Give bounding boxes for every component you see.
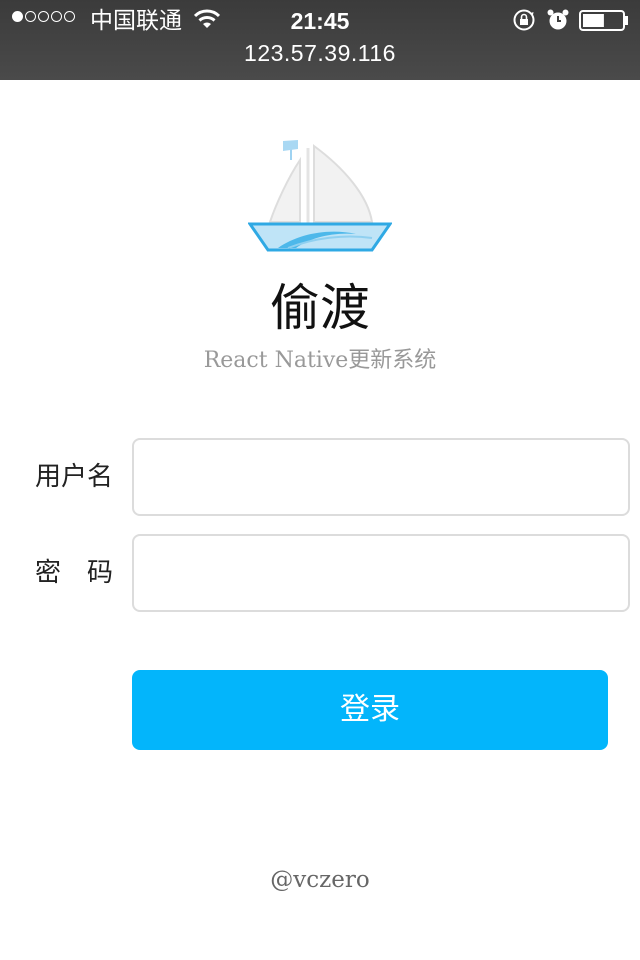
app-title: 偷渡 bbox=[270, 279, 370, 337]
alarm-icon bbox=[547, 9, 569, 30]
carrier-name: 中国联通 bbox=[90, 8, 182, 34]
clock: 21:45 bbox=[290, 8, 350, 34]
signal-dot bbox=[12, 11, 23, 22]
sailboat-icon bbox=[248, 140, 392, 252]
wifi-icon bbox=[194, 9, 220, 28]
page-url: 123.57.39.116 bbox=[244, 40, 396, 66]
signal-dot bbox=[25, 11, 36, 22]
password-input[interactable] bbox=[132, 534, 630, 612]
battery-icon bbox=[579, 10, 628, 31]
signal-strength-icon bbox=[12, 11, 77, 22]
username-label: 用户名 bbox=[34, 462, 113, 492]
status-bar: 中国联通 21:45 123.57.39.116 bbox=[0, 0, 640, 80]
signal-dot bbox=[64, 11, 75, 22]
signal-dot bbox=[51, 11, 62, 22]
app-subtitle: React Native更新系统 bbox=[203, 348, 437, 373]
signal-dot bbox=[38, 11, 49, 22]
login-button[interactable]: 登录 bbox=[132, 670, 608, 750]
author-credit: @vczero bbox=[270, 867, 370, 893]
username-input[interactable] bbox=[132, 438, 630, 516]
rotation-lock-icon bbox=[513, 9, 535, 31]
password-label: 密 码 bbox=[34, 558, 113, 588]
